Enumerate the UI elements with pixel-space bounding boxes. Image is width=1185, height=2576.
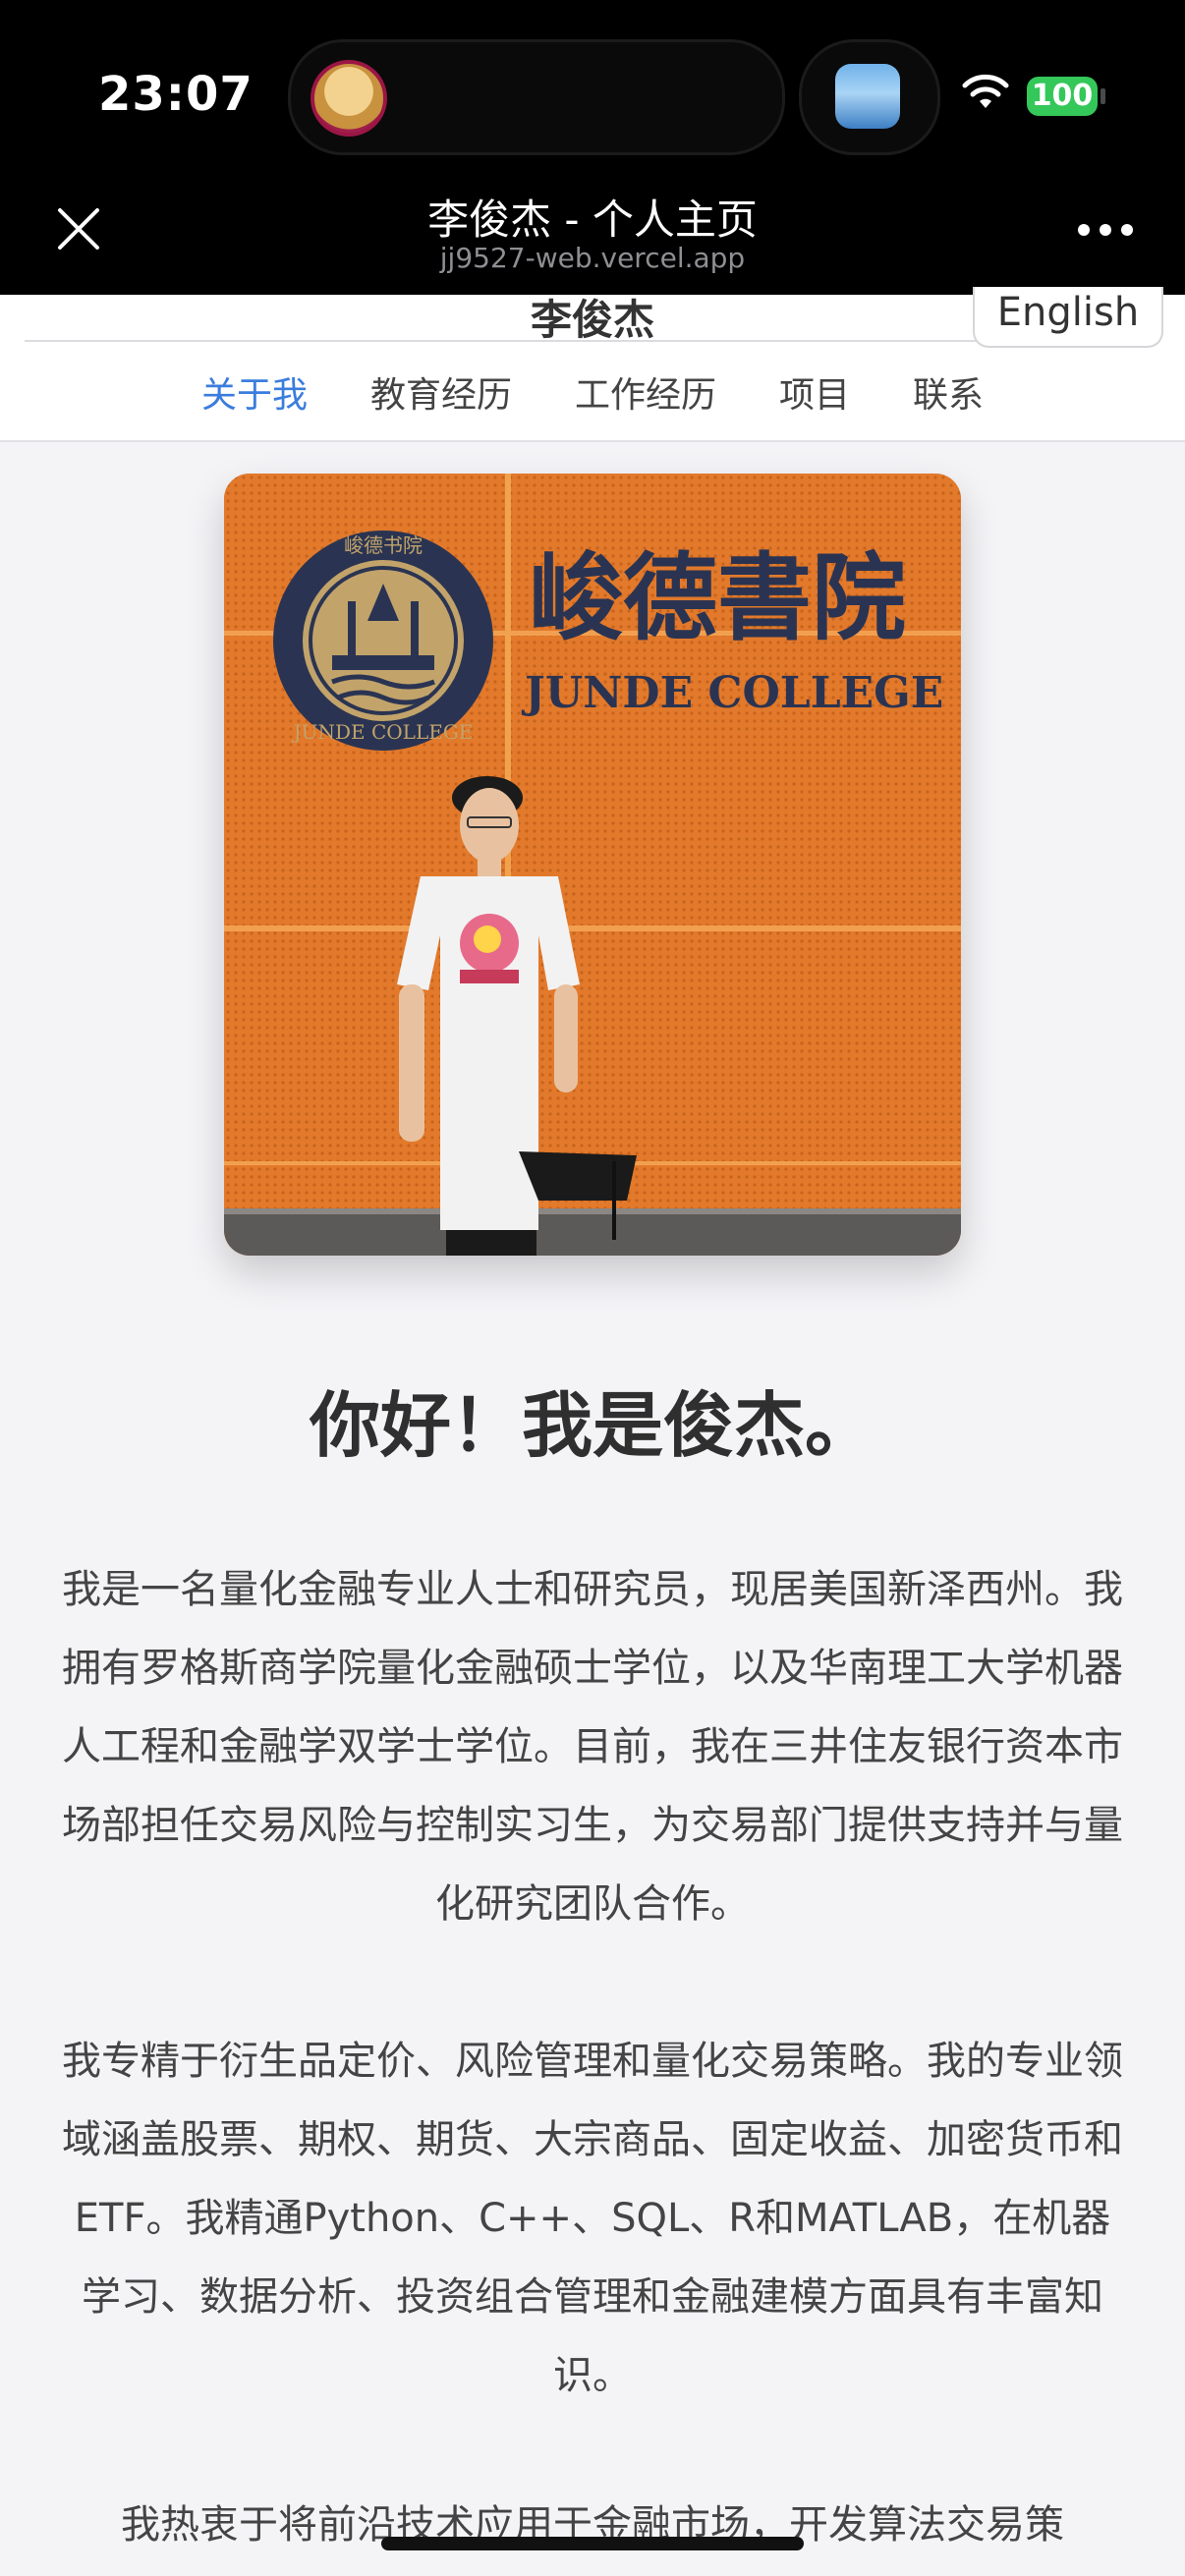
emblem-ring-text: JUNDE COLLEGE [292, 720, 474, 744]
sign-english-text: JUNDE COLLEGE [521, 668, 943, 718]
live-activity-avatar-icon[interactable] [310, 60, 387, 137]
nav-item-contact[interactable]: 联系 [913, 362, 984, 430]
site-nav: 关于我 教育经历 工作经历 项目 联系 [0, 362, 1185, 430]
about-paragraph-1: 我是一名量化金融专业人士和研究员，现居美国新泽西州。我拥有罗格斯商学院量化金融硕… [62, 1567, 1123, 1927]
nav-item-education[interactable]: 教育经历 [370, 362, 512, 430]
browser-page-title: 李俊杰 - 个人主页 [427, 196, 758, 244]
battery-tip [1100, 88, 1105, 104]
nav-item-about[interactable]: 关于我 [201, 362, 308, 430]
language-toggle-button[interactable]: English [973, 287, 1163, 348]
dynamic-island[interactable] [288, 39, 785, 155]
emblem-top-text: 峻德书院 [344, 533, 423, 557]
nav-item-projects[interactable]: 项目 [779, 362, 850, 430]
more-icon[interactable] [1076, 222, 1135, 238]
sign-chinese-text: 峻德書院 [529, 542, 906, 653]
nav-item-experience[interactable]: 工作经历 [575, 362, 716, 430]
site-header: 李俊杰 English 关于我 教育经历 工作经历 项目 联系 [0, 287, 1185, 442]
status-time: 23:07 [98, 67, 254, 122]
about-paragraph-3: 我热衷于将前沿技术应用于金融市场，开发算法交易策 [121, 2502, 1064, 2548]
battery-icon: 100 [1027, 77, 1098, 116]
about-paragraph-2: 我专精于衍生品定价、风险管理和量化交易策略。我的专业领域涵盖股票、期权、期货、大… [62, 2039, 1123, 2398]
profile-photo: 峻德书院 JUNDE COLLEGE 峻德書院 JUNDE COLLEGE [224, 474, 961, 1256]
app-thumbnail-icon[interactable] [835, 64, 900, 129]
wifi-icon [962, 74, 1009, 108]
live-activity-pill[interactable] [799, 39, 940, 155]
about-greeting: 你好！我是俊杰。 [309, 1384, 875, 1467]
profile-photo-illustration: 峻德书院 JUNDE COLLEGE 峻德書院 JUNDE COLLEGE [224, 474, 961, 1256]
home-indicator[interactable] [381, 2537, 804, 2550]
browser-page-url: jj9527-web.vercel.app [439, 242, 746, 274]
browser-chrome: 23:07 100 李俊杰 - 个人主页 jj9527-web.vercel.a… [0, 0, 1185, 295]
